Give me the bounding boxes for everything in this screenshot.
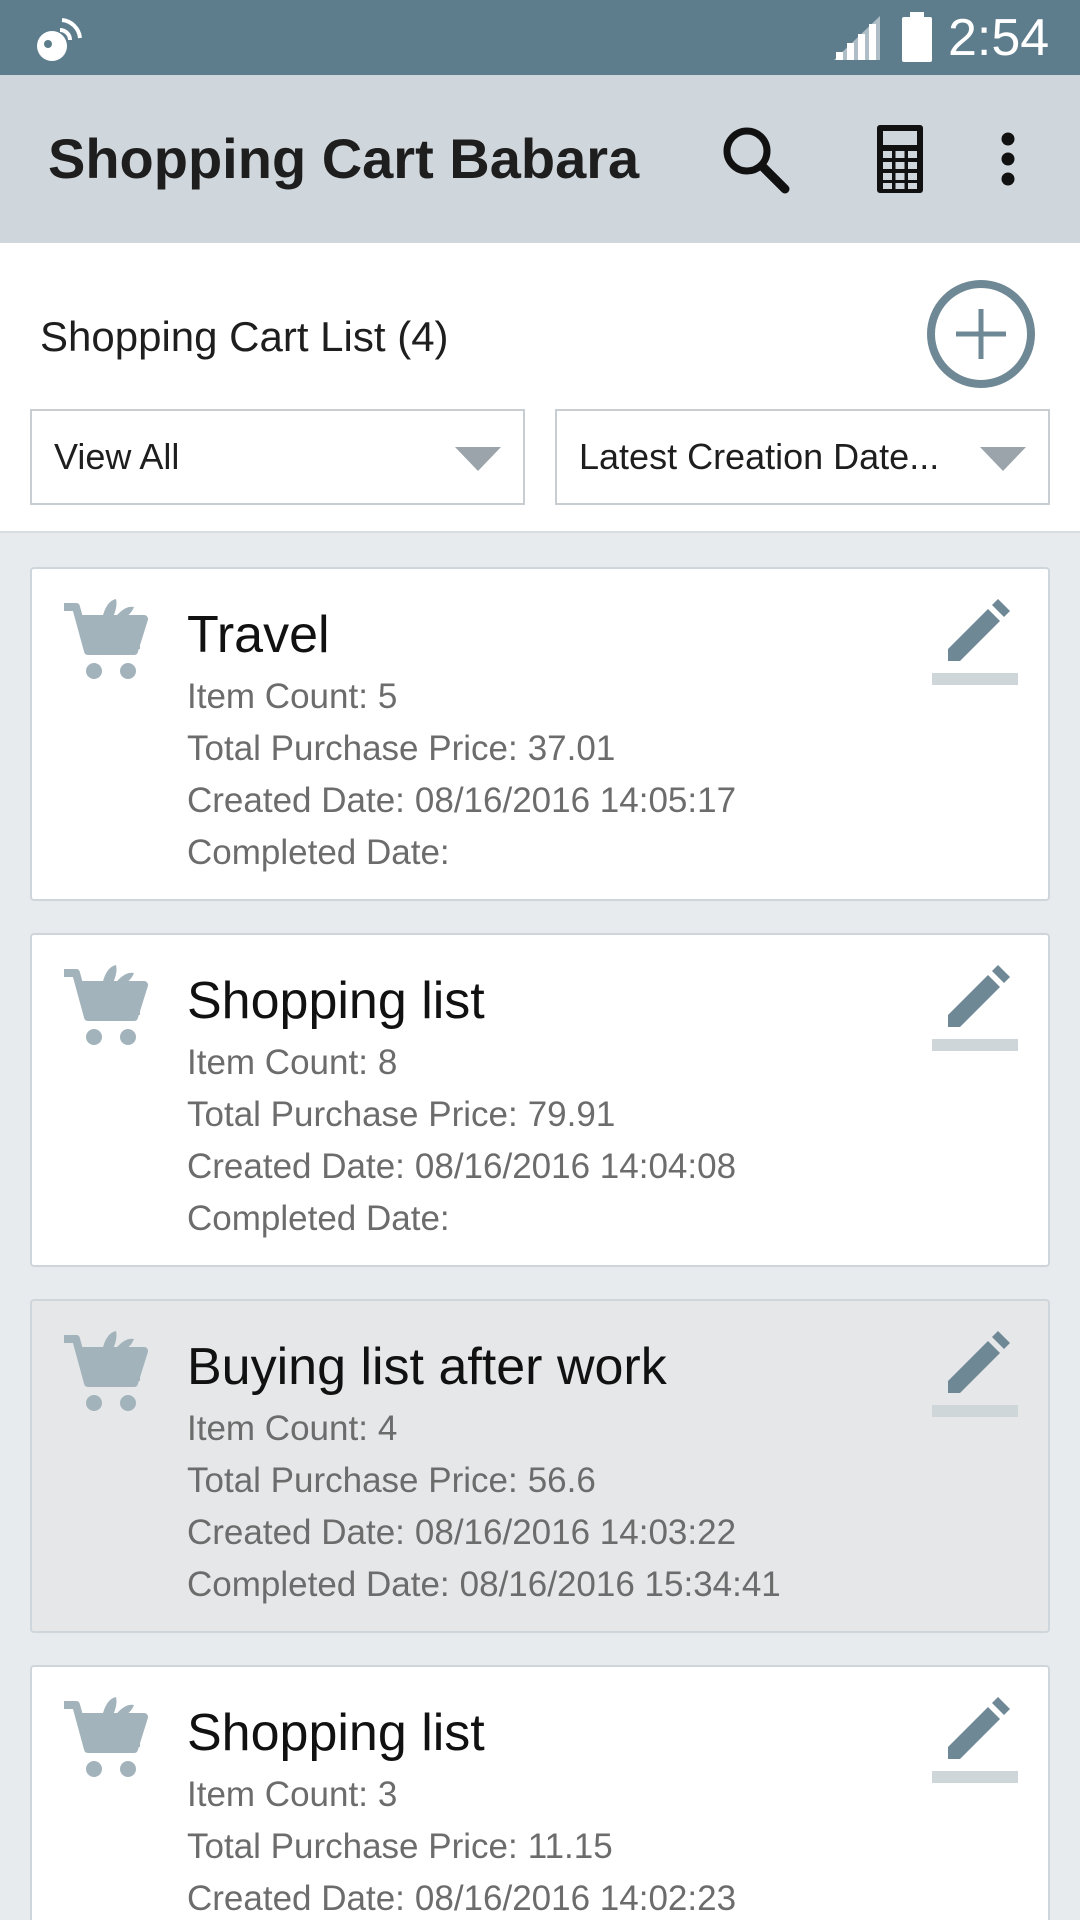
sort-dropdown[interactable]: Latest Creation Date...	[555, 409, 1050, 505]
search-button[interactable]	[713, 117, 797, 201]
more-vert-icon	[1001, 132, 1015, 186]
completed-date: Completed Date:	[187, 833, 450, 872]
total-price: Total Purchase Price: 79.91	[187, 1095, 616, 1134]
completed-date: Completed Date:	[187, 1199, 450, 1238]
shopping-cart-icon	[64, 1697, 148, 1777]
shopping-cart-icon	[64, 599, 148, 679]
item-count: Item Count: 4	[187, 1409, 398, 1448]
cart-title: Buying list after work	[187, 1338, 667, 1396]
created-date: Created Date: 08/16/2016 14:03:22	[187, 1513, 737, 1552]
created-date: Created Date: 08/16/2016 14:04:08	[187, 1147, 737, 1186]
filter-dropdown[interactable]: View All	[30, 409, 525, 505]
calculator-button[interactable]	[858, 117, 942, 201]
edit-icon[interactable]	[930, 599, 1020, 689]
list-title: Shopping Cart List (4)	[40, 313, 449, 360]
list-header: Shopping Cart List (4) View All Latest C…	[0, 243, 1080, 533]
total-price: Total Purchase Price: 56.6	[187, 1461, 596, 1500]
battery-icon	[902, 12, 932, 62]
edit-icon[interactable]	[930, 1697, 1020, 1787]
app-bar: Shopping Cart Babara	[0, 75, 1080, 243]
cart-card[interactable]: Shopping list Item Count: 8 Total Purchas…	[30, 933, 1050, 1267]
add-circle-icon[interactable]	[926, 279, 1036, 389]
edit-icon[interactable]	[930, 1331, 1020, 1421]
cart-card[interactable]: Shopping list Item Count: 3 Total Purchas…	[30, 1665, 1050, 1920]
search-icon	[723, 127, 790, 194]
created-date: Created Date: 08/16/2016 14:02:23	[187, 1879, 737, 1918]
completed-date: Completed Date: 08/16/2016 15:34:41	[187, 1565, 781, 1604]
more-options-button[interactable]	[966, 117, 1050, 201]
cart-title: Travel	[187, 606, 330, 664]
dropdown-arrow-icon	[980, 447, 1026, 471]
sort-selected: Latest Creation Date...	[579, 436, 940, 477]
edit-icon[interactable]	[930, 965, 1020, 1055]
signal-icon	[834, 16, 880, 60]
total-price: Total Purchase Price: 37.01	[187, 729, 616, 768]
calculator-icon	[877, 125, 923, 193]
status-bar: 2:54	[0, 0, 1080, 75]
shopping-cart-icon	[64, 965, 148, 1045]
item-count: Item Count: 8	[187, 1043, 398, 1082]
dropdown-arrow-icon	[455, 447, 501, 471]
cart-title: Shopping list	[187, 972, 485, 1030]
app-title: Shopping Cart Babara	[48, 127, 640, 190]
created-date: Created Date: 08/16/2016 14:05:17	[187, 781, 737, 820]
filter-selected: View All	[54, 436, 180, 477]
item-count: Item Count: 5	[187, 677, 398, 716]
shopping-cart-icon	[64, 1331, 148, 1411]
item-count: Item Count: 3	[187, 1775, 398, 1814]
notification-icon	[37, 18, 82, 61]
cart-card[interactable]: Buying list after work Item Count: 4 Tota…	[30, 1299, 1050, 1633]
clock: 2:54	[948, 9, 1050, 67]
cart-title: Shopping list	[187, 1704, 485, 1762]
total-price: Total Purchase Price: 11.15	[187, 1827, 613, 1866]
cart-card[interactable]: Travel Item Count: 5 Total Purchase Price…	[30, 567, 1050, 901]
